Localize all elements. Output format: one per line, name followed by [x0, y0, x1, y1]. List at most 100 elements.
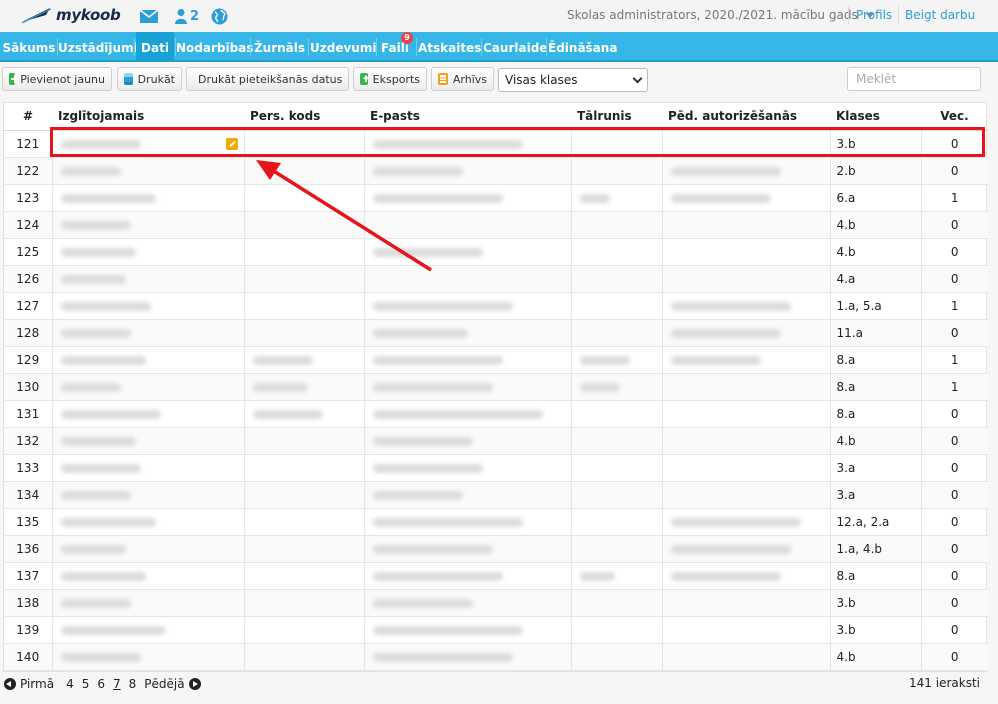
nav-item-nodarbibas[interactable]: Nodarbības — [176, 32, 253, 60]
cell-student[interactable] — [52, 238, 245, 266]
print-button[interactable]: Drukāt — [117, 67, 182, 91]
mail-icon[interactable] — [139, 7, 159, 25]
cell-student[interactable] — [52, 292, 245, 320]
globe-icon[interactable] — [211, 7, 228, 25]
pager-last[interactable]: Pēdējā — [144, 677, 184, 691]
cell-student[interactable] — [52, 184, 245, 212]
cell-student[interactable] — [52, 643, 245, 671]
cell-student[interactable] — [52, 319, 245, 347]
cell-student[interactable] — [52, 508, 245, 536]
nav-item-caurlaide[interactable]: Caurlaide — [483, 32, 547, 60]
table-row[interactable]: 139 3.b 0 — [4, 616, 988, 644]
table-row[interactable]: 122 2.b 0 — [4, 157, 988, 185]
table-row[interactable]: 135 12.a, 2.a 0 — [4, 508, 988, 536]
table-row[interactable]: 125 4.b 0 — [4, 238, 988, 266]
col-header-phone[interactable]: Tālrunis — [571, 103, 662, 131]
nav-item-zurnals[interactable]: Žurnāls — [252, 32, 307, 60]
cell-student[interactable] — [52, 481, 245, 509]
table-row[interactable]: 132 4.b 0 — [4, 427, 988, 455]
table-row[interactable]: 133 3.a 0 — [4, 454, 988, 482]
cell-student[interactable] — [52, 454, 245, 482]
redacted-value — [372, 544, 493, 554]
mykoob-logo[interactable]: mykoob — [20, 4, 121, 26]
cell-phone — [571, 427, 663, 455]
archive-button[interactable]: Arhīvs — [431, 67, 494, 91]
cell-student[interactable] — [52, 616, 245, 644]
cell-num: 130 — [4, 373, 53, 401]
cell-pers-code — [244, 400, 365, 428]
pager-page-current[interactable]: 7 — [113, 677, 121, 691]
cell-student[interactable] — [52, 346, 245, 374]
col-header-vec[interactable]: Vec. — [921, 103, 988, 131]
pager-page[interactable]: 6 — [97, 677, 105, 691]
table-row[interactable]: 134 3.a 0 — [4, 481, 988, 509]
add-new-label: Pievienot jaunu — [20, 72, 105, 86]
cell-phone — [571, 508, 663, 536]
nav-item-uzstadijumi[interactable]: Uzstādījumi — [58, 32, 138, 60]
cell-pers-code — [244, 643, 365, 671]
pager-first[interactable]: Pirmā — [20, 677, 54, 691]
cell-student[interactable] — [52, 157, 245, 185]
arrow-right-icon[interactable] — [188, 678, 201, 690]
export-button[interactable]: Eksports — [353, 67, 427, 91]
nav-item-uzdevumi[interactable]: Uzdevumi — [310, 32, 376, 60]
table-row[interactable]: 140 4.b 0 — [4, 643, 988, 671]
add-new-button[interactable]: Pievienot jaunu — [2, 67, 112, 91]
redacted-value — [579, 193, 610, 203]
cell-class: 4.b — [830, 643, 922, 671]
profile-link[interactable]: Profils — [856, 8, 892, 22]
online-users[interactable]: 2 — [174, 7, 199, 25]
pager-page[interactable]: 4 — [66, 677, 74, 691]
cell-pers-code — [244, 535, 365, 563]
col-header-class[interactable]: Klases — [830, 103, 921, 131]
cell-student[interactable] — [52, 211, 245, 239]
print-login-data-button[interactable]: Drukāt pieteikšanās datus — [186, 67, 349, 91]
logout-link[interactable]: Beigt darbu — [905, 8, 975, 22]
cell-student[interactable] — [52, 562, 245, 590]
table-row[interactable]: 138 3.b 0 — [4, 589, 988, 617]
cell-student[interactable] — [52, 373, 245, 401]
redacted-value — [372, 247, 483, 257]
cell-student[interactable] — [52, 427, 245, 455]
table-row[interactable]: 137 8.a 0 — [4, 562, 988, 590]
redacted-value — [60, 625, 166, 635]
cell-student[interactable] — [52, 400, 245, 428]
redacted-value — [670, 166, 781, 176]
col-header-student[interactable]: Izglītojamais — [52, 103, 244, 131]
table-row[interactable]: 127 1.a, 5.a 1 — [4, 292, 988, 320]
cell-phone — [571, 265, 663, 293]
table-row[interactable]: 130 8.a 1 — [4, 373, 988, 401]
search-input[interactable] — [847, 67, 981, 91]
col-header-last-auth[interactable]: Pēd. autorizēšanās — [662, 103, 830, 131]
school-year-select[interactable]: Skolas administrators, 2020./2021. mācīb… — [567, 8, 874, 22]
cell-student[interactable] — [52, 265, 245, 293]
col-header-num[interactable]: # — [4, 103, 52, 131]
redacted-value — [372, 355, 503, 365]
cell-email — [364, 454, 572, 482]
table-row[interactable]: 128 11.a 0 — [4, 319, 988, 347]
class-filter-select[interactable]: Visas klases — [498, 68, 648, 92]
nav-item-atskaites[interactable]: Atskaites — [418, 32, 481, 60]
table-row[interactable]: 124 4.b 0 — [4, 211, 988, 239]
school-year-label: Skolas administrators, 2020./2021. mācīb… — [567, 8, 858, 22]
table-row[interactable]: 131 8.a 0 — [4, 400, 988, 428]
nav-item-edinasana[interactable]: Ēdināšana — [548, 32, 617, 60]
cell-student[interactable] — [52, 589, 245, 617]
col-header-email[interactable]: E-pasts — [364, 103, 571, 131]
cell-student[interactable] — [52, 535, 245, 563]
table-row[interactable]: 123 6.a 1 — [4, 184, 988, 212]
nav-item-dati[interactable]: Dati — [136, 32, 174, 60]
pager-page[interactable]: 5 — [82, 677, 90, 691]
nav-item-sakums[interactable]: Sākums — [2, 32, 56, 60]
table-row[interactable]: 129 8.a 1 — [4, 346, 988, 374]
cell-last-auth — [662, 373, 831, 401]
cell-num: 135 — [4, 508, 53, 536]
pager-page[interactable]: 8 — [129, 677, 137, 691]
col-header-pers-code[interactable]: Pers. kods — [244, 103, 364, 131]
cell-vec: 0 — [921, 400, 988, 428]
arrow-left-icon[interactable] — [4, 678, 16, 690]
table-row[interactable]: 136 1.a, 4.b 0 — [4, 535, 988, 563]
divider — [546, 38, 547, 56]
table-row[interactable]: 126 4.a 0 — [4, 265, 988, 293]
cell-last-auth — [662, 238, 831, 266]
